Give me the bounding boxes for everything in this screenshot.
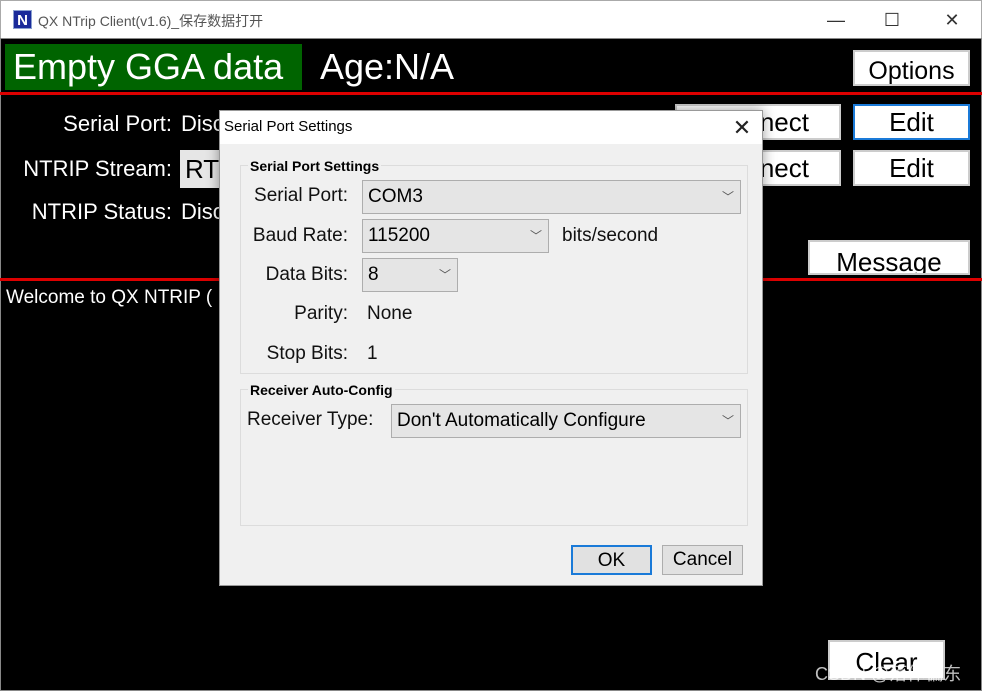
baud-rate-select[interactable]: 115200 ﹀ <box>362 219 549 253</box>
divider <box>0 92 982 95</box>
chevron-down-icon: ﹀ <box>721 414 734 428</box>
ntrip-edit-button[interactable]: Edit <box>853 150 970 186</box>
data-bits-select[interactable]: 8 ﹀ <box>362 258 458 292</box>
baud-rate-label: Baud Rate: <box>252 225 348 246</box>
title-bar: N QX NTrip Client(v1.6)_保存数据打开 — ☐ ✕ <box>0 0 982 38</box>
cancel-button[interactable]: Cancel <box>662 545 743 575</box>
serial-port-value: Disc <box>181 111 224 136</box>
log-text: Welcome to QX NTRIP ( <box>6 287 213 308</box>
baud-unit: bits/second <box>562 225 659 246</box>
receiver-type-select[interactable]: Don't Automatically Configure ﹀ <box>391 404 741 438</box>
close-button[interactable]: ✕ <box>929 7 975 33</box>
parity-label: Parity: <box>294 303 348 324</box>
stop-bits-label: Stop Bits: <box>266 343 348 364</box>
serial-port-settings-dialog: Serial Port Settings ✕ Serial Port Setti… <box>219 110 763 586</box>
serial-port-value: COM3 <box>368 186 423 207</box>
receiver-type-label: Receiver Type: <box>247 409 374 430</box>
maximize-button[interactable]: ☐ <box>869 7 915 33</box>
options-button[interactable]: Options <box>853 50 970 86</box>
ntrip-stream-label: NTRIP Stream: <box>23 156 172 181</box>
message-button[interactable]: Message <box>808 240 970 275</box>
chevron-down-icon: ﹀ <box>438 268 451 282</box>
age-label: Age:N/A <box>320 46 455 87</box>
stop-bits-value: 1 <box>367 343 378 364</box>
dialog-close-icon[interactable]: ✕ <box>725 113 759 143</box>
serial-port-label: Serial Port: <box>63 111 172 136</box>
window-title: QX NTrip Client(v1.6)_保存数据打开 <box>38 13 264 29</box>
minimize-button[interactable]: — <box>813 7 859 33</box>
serial-port-select[interactable]: COM3 ﹀ <box>362 180 741 214</box>
baud-rate-value: 115200 <box>368 225 430 246</box>
parity-value: None <box>367 303 413 324</box>
watermark: CSDN @落体偏东 <box>815 664 962 684</box>
chevron-down-icon: ﹀ <box>721 190 734 204</box>
gga-status: Empty GGA data <box>5 44 302 90</box>
serial-edit-button[interactable]: Edit <box>853 104 970 140</box>
data-bits-label: Data Bits: <box>265 264 348 285</box>
group-title: Receiver Auto-Config <box>248 382 395 398</box>
dialog-title: Serial Port Settings <box>220 111 762 144</box>
receiver-type-value: Don't Automatically Configure <box>397 410 646 431</box>
chevron-down-icon: ﹀ <box>529 229 542 243</box>
ntrip-status-label: NTRIP Status: <box>31 199 172 224</box>
ok-button[interactable]: OK <box>571 545 652 575</box>
serial-port-label: Serial Port: <box>254 185 348 206</box>
ntrip-status-value: Disc <box>181 199 224 224</box>
group-title: Serial Port Settings <box>248 158 382 174</box>
app-icon: N <box>13 10 32 29</box>
data-bits-value: 8 <box>368 264 379 285</box>
